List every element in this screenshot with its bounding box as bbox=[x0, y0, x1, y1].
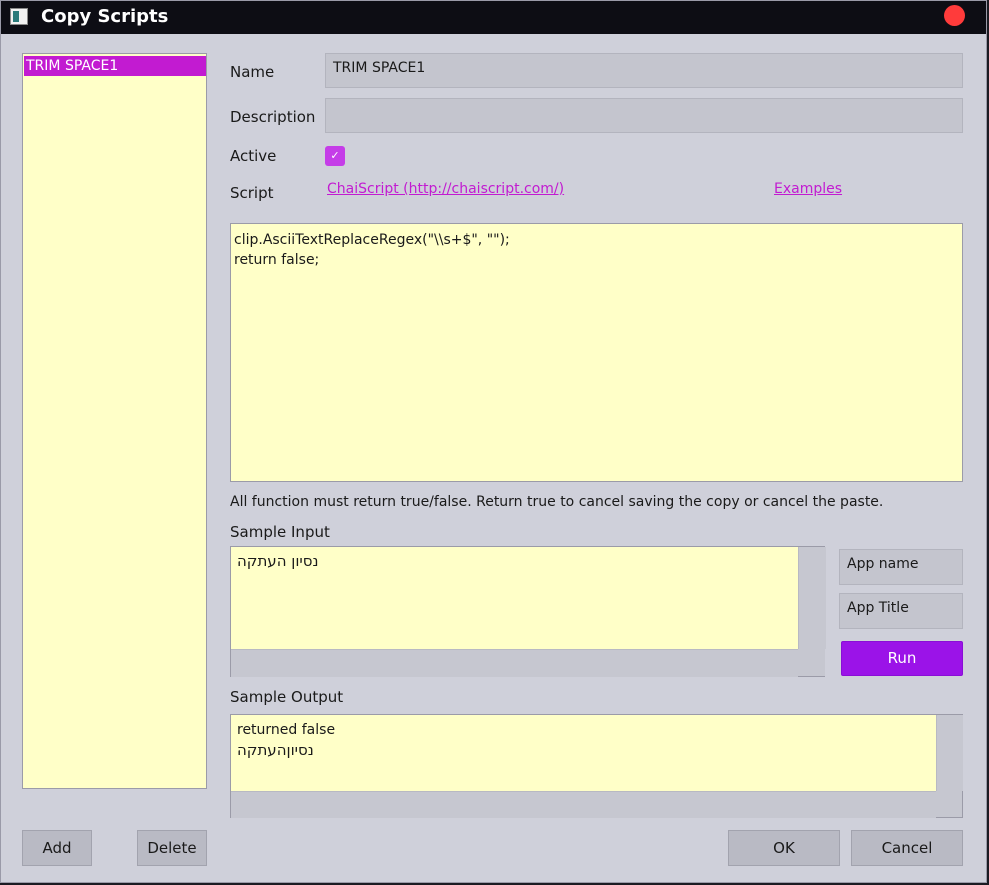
copy-scripts-dialog: Copy Scripts TRIM SPACE1 Name TRIM SPACE… bbox=[0, 0, 987, 883]
close-button[interactable] bbox=[944, 5, 965, 26]
vertical-scrollbar[interactable] bbox=[798, 547, 826, 649]
window-title: Copy Scripts bbox=[41, 6, 169, 27]
sample-output-label: Sample Output bbox=[230, 688, 344, 706]
sample-input-label: Sample Input bbox=[230, 523, 330, 541]
vertical-scrollbar[interactable] bbox=[936, 715, 963, 791]
app-title-field[interactable]: App Title bbox=[839, 593, 963, 629]
list-item[interactable]: TRIM SPACE1 bbox=[24, 56, 206, 76]
app-name-field[interactable]: App name bbox=[839, 549, 963, 585]
add-button[interactable]: Add bbox=[22, 830, 92, 866]
sample-output-line: נסיוןהעתקה bbox=[237, 741, 314, 759]
sample-output-box[interactable]: returned false נסיוןהעתקה bbox=[230, 714, 963, 818]
sample-input-text: נסיון העתקה bbox=[237, 552, 319, 570]
examples-link[interactable]: Examples bbox=[774, 181, 842, 197]
sample-input-box[interactable]: נסיון העתקה bbox=[230, 546, 826, 677]
run-button[interactable]: Run bbox=[841, 641, 963, 676]
script-line: clip.AsciiTextReplaceRegex("\\s+$", ""); bbox=[234, 232, 510, 248]
active-label: Active bbox=[230, 147, 277, 165]
ok-button[interactable]: OK bbox=[728, 830, 840, 866]
name-field[interactable]: TRIM SPACE1 bbox=[325, 53, 963, 88]
app-window-icon bbox=[10, 8, 28, 25]
delete-button[interactable]: Delete bbox=[137, 830, 207, 866]
script-editor[interactable]: clip.AsciiTextReplaceRegex("\\s+$", "");… bbox=[230, 223, 963, 482]
description-label: Description bbox=[230, 108, 316, 126]
name-label: Name bbox=[230, 63, 275, 81]
return-value-hint: All function must return true/false. Ret… bbox=[230, 494, 884, 510]
horizontal-scrollbar[interactable] bbox=[231, 791, 936, 818]
sample-output-line: returned false bbox=[237, 722, 336, 738]
checkmark-icon: ✓ bbox=[330, 149, 340, 162]
active-checkbox[interactable]: ✓ bbox=[325, 146, 345, 166]
description-field[interactable] bbox=[325, 98, 963, 133]
scroll-corner bbox=[798, 649, 825, 676]
horizontal-scrollbar[interactable] bbox=[231, 649, 798, 677]
script-line: return false; bbox=[234, 252, 320, 268]
script-label: Script bbox=[230, 184, 274, 202]
cancel-button[interactable]: Cancel bbox=[851, 830, 963, 866]
title-bar[interactable]: Copy Scripts bbox=[1, 1, 986, 34]
chaiscript-link[interactable]: ChaiScript (http://chaiscript.com/) bbox=[327, 181, 564, 197]
scripts-list[interactable]: TRIM SPACE1 bbox=[22, 53, 207, 789]
scroll-corner bbox=[936, 791, 962, 817]
